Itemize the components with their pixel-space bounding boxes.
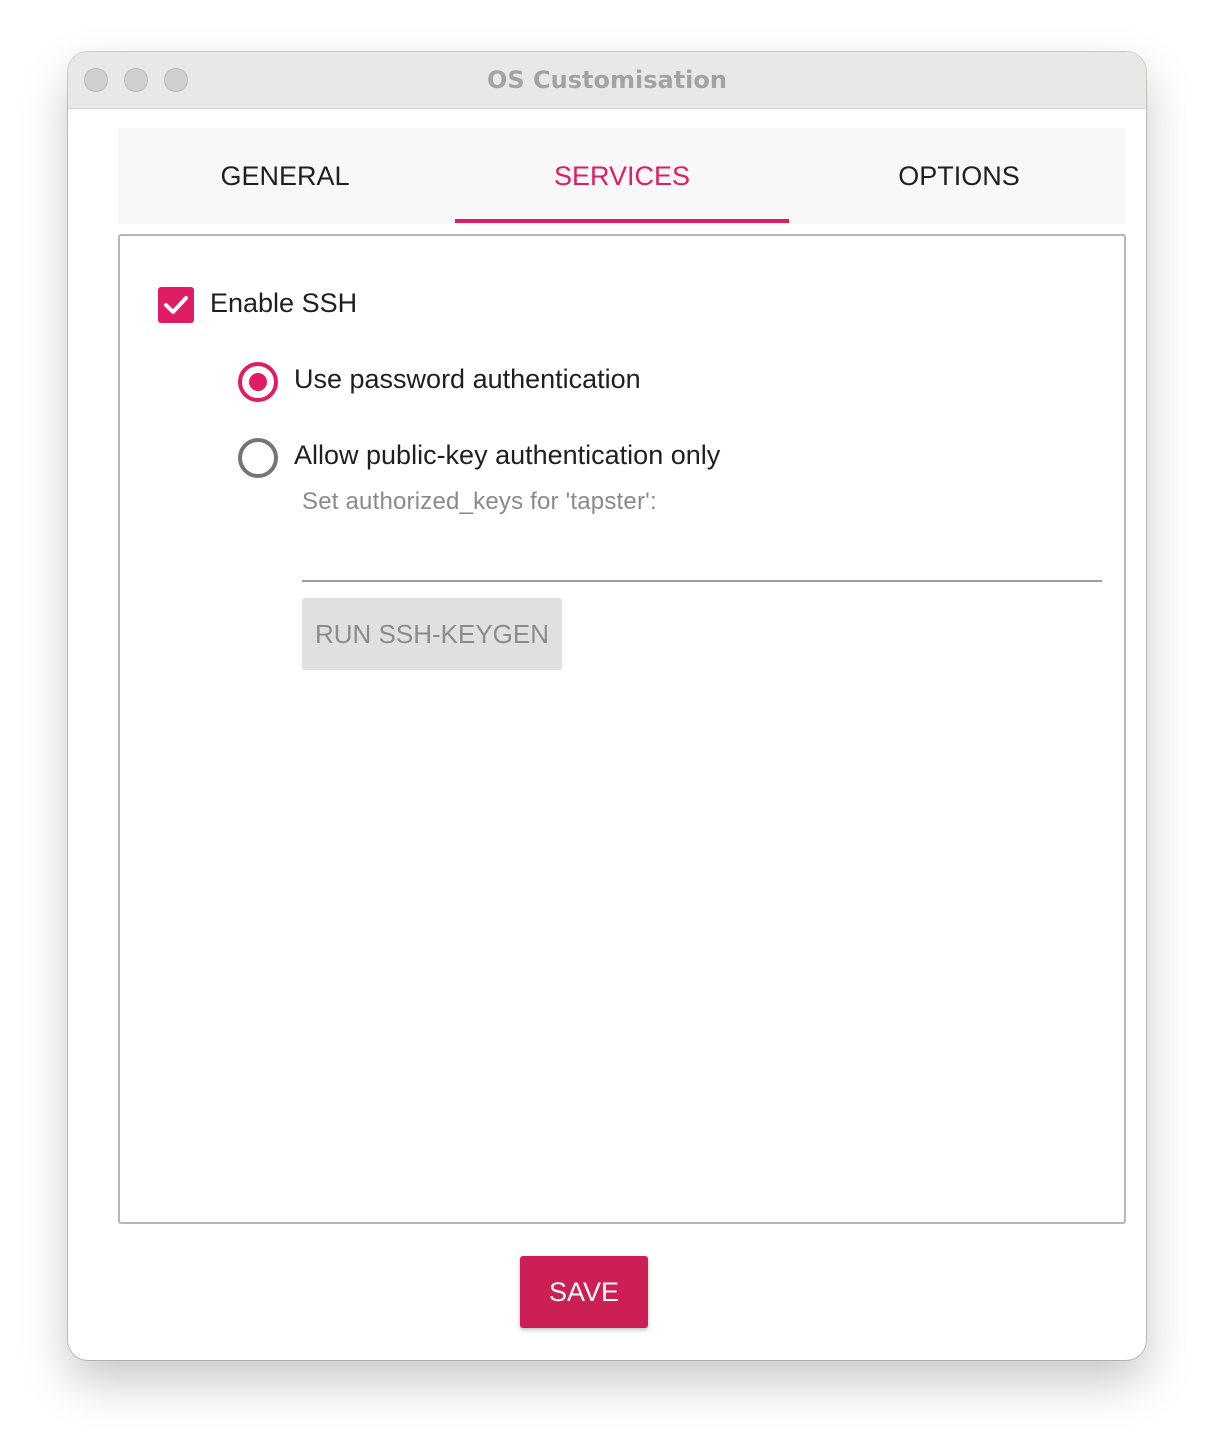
tab-options[interactable]: OPTIONS (792, 128, 1126, 224)
title-bar: OS Customisation (68, 52, 1146, 109)
public-key-auth-label[interactable]: Allow public-key authentication only (294, 440, 720, 471)
os-customisation-window: OS Customisation GENERAL SERVICES OPTION… (68, 52, 1146, 1360)
run-ssh-keygen-button[interactable]: RUN SSH-KEYGEN (302, 598, 562, 670)
password-auth-label[interactable]: Use password authentication (294, 364, 641, 395)
active-tab-indicator (455, 219, 789, 223)
checkmark-icon (164, 296, 188, 314)
services-panel: Enable SSH Use password authentication A… (118, 234, 1126, 1224)
enable-ssh-checkbox[interactable] (158, 287, 194, 323)
enable-ssh-label[interactable]: Enable SSH (210, 288, 357, 319)
save-button[interactable]: SAVE (520, 1256, 648, 1328)
authorized-keys-label: Set authorized_keys for 'tapster': (302, 488, 657, 515)
public-key-auth-radio[interactable] (238, 438, 278, 478)
password-auth-radio[interactable] (238, 362, 278, 402)
tab-general[interactable]: GENERAL (118, 128, 452, 224)
window-title: OS Customisation (487, 66, 727, 94)
tab-bar: GENERAL SERVICES OPTIONS (118, 128, 1126, 224)
authorized-keys-input[interactable] (302, 536, 1102, 582)
tab-services[interactable]: SERVICES (455, 128, 789, 224)
